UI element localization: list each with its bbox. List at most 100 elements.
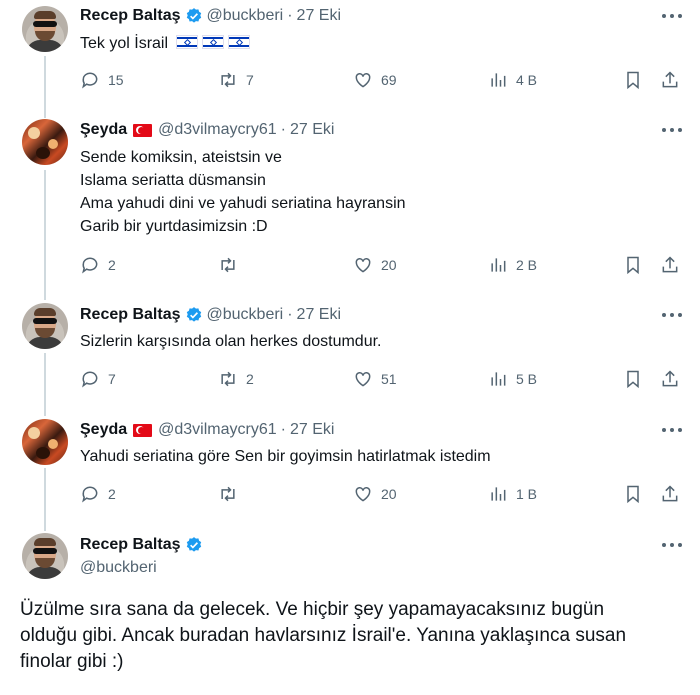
share-icon <box>662 256 678 273</box>
handle-row: @buckberi <box>80 559 157 577</box>
display-name[interactable]: Şeyda <box>80 121 127 139</box>
tweet-text: Sende komiksin, ateistsin ve Islama seri… <box>80 146 406 238</box>
reply-count: 15 <box>108 72 124 88</box>
handle[interactable]: @d3vilmaycry61 <box>158 421 277 439</box>
like-count: 20 <box>381 486 397 502</box>
avatar[interactable] <box>22 6 68 52</box>
tweet-text: Tek yol İsrail <box>80 32 251 55</box>
views-count: 5 B <box>516 371 538 387</box>
bookmark-icon <box>627 485 639 504</box>
thread-line <box>44 353 46 416</box>
tweet-header: Şeyda @d3vilmaycry61 · 27 Eki <box>80 121 334 139</box>
views-button[interactable]: 5 B <box>488 369 537 389</box>
thread-line <box>44 170 46 300</box>
bookmark-button[interactable] <box>623 255 643 275</box>
bookmark-icon <box>627 71 639 90</box>
bookmark-button[interactable] <box>623 70 643 90</box>
timestamp[interactable]: 27 Eki <box>297 306 341 324</box>
israel-flag-icon <box>202 35 225 49</box>
verified-badge-icon <box>186 307 201 322</box>
turkey-flag-icon <box>133 123 153 137</box>
reply-button[interactable]: 15 <box>80 70 124 90</box>
avatar[interactable] <box>22 419 68 465</box>
retweet-button[interactable] <box>218 255 246 275</box>
handle[interactable]: @buckberi <box>207 306 284 324</box>
more-options-icon[interactable] <box>662 428 682 434</box>
like-button[interactable]: 20 <box>353 255 397 275</box>
reply-icon <box>82 486 98 503</box>
share-button[interactable] <box>660 484 680 504</box>
avatar[interactable] <box>22 119 68 165</box>
retweet-count: 7 <box>246 72 254 88</box>
tweet-header: Recep Baltaş @buckberi · 27 Eki <box>80 306 341 324</box>
views-button[interactable]: 2 B <box>488 255 537 275</box>
display-name[interactable]: Recep Baltaş <box>80 306 181 324</box>
like-count: 69 <box>381 72 397 88</box>
like-button[interactable]: 51 <box>353 369 397 389</box>
tweet-header: Şeyda @d3vilmaycry61 · 27 Eki <box>80 421 334 439</box>
separator-dot: · <box>280 121 286 138</box>
handle[interactable]: @buckberi <box>80 559 157 577</box>
like-button[interactable]: 69 <box>353 70 397 90</box>
retweet-button[interactable] <box>218 484 246 504</box>
tweet-actions: 7 2 51 5 B <box>80 369 680 393</box>
reply-count: 7 <box>108 371 116 387</box>
timestamp[interactable]: 27 Eki <box>297 7 341 25</box>
share-button[interactable] <box>660 255 680 275</box>
like-count: 20 <box>381 257 397 273</box>
tweet-line: Tek yol İsrail <box>80 35 169 52</box>
israel-flag-icon <box>228 35 251 49</box>
separator-dot: · <box>280 421 286 438</box>
bookmark-icon <box>627 256 639 275</box>
avatar[interactable] <box>22 303 68 349</box>
display-name[interactable]: Recep Baltaş <box>80 7 181 25</box>
tweet-line: Islama seriatta düsmansin <box>80 172 266 189</box>
reply-button[interactable]: 2 <box>80 255 116 275</box>
like-button[interactable]: 20 <box>353 484 397 504</box>
views-count: 4 B <box>516 72 538 88</box>
retweet-button[interactable]: 2 <box>218 369 254 389</box>
more-options-icon[interactable] <box>662 543 682 549</box>
more-options-icon[interactable] <box>662 14 682 20</box>
separator-dot: · <box>287 7 293 24</box>
bookmark-button[interactable] <box>623 369 643 389</box>
display-name[interactable]: Recep Baltaş <box>80 536 181 554</box>
thread-line <box>44 56 46 118</box>
handle[interactable]: @d3vilmaycry61 <box>158 121 277 139</box>
tweet-text: Yahudi seriatina göre Sen bir goyimsin h… <box>80 445 491 468</box>
share-icon <box>662 485 678 502</box>
tweet-actions: 15 7 69 4 B <box>80 70 680 94</box>
timestamp[interactable]: 27 Eki <box>290 121 334 139</box>
handle[interactable]: @buckberi <box>207 7 284 25</box>
views-count: 1 B <box>516 486 538 502</box>
israel-flag-icon <box>176 35 199 49</box>
views-count: 2 B <box>516 257 538 273</box>
tweet-header: Recep Baltaş <box>80 536 207 554</box>
retweet-button[interactable]: 7 <box>218 70 254 90</box>
tweet-line: Ama yahudi dini ve yahudi seriatina hayr… <box>80 195 406 212</box>
views-button[interactable]: 1 B <box>488 484 537 504</box>
avatar[interactable] <box>22 533 68 579</box>
display-name[interactable]: Şeyda <box>80 421 127 439</box>
more-options-icon[interactable] <box>662 313 682 319</box>
tweet-actions: 2 20 2 B <box>80 255 680 279</box>
main-tweet-text: Üzülme sıra sana da gelecek. Ve hiçbir ş… <box>20 597 626 675</box>
timestamp[interactable]: 27 Eki <box>290 421 334 439</box>
reply-button[interactable]: 2 <box>80 484 116 504</box>
separator-dot: · <box>287 306 293 323</box>
reply-button[interactable]: 7 <box>80 369 116 389</box>
share-button[interactable] <box>660 70 680 90</box>
turkey-flag-icon <box>133 423 153 437</box>
retweet-icon <box>221 72 235 88</box>
share-button[interactable] <box>660 369 680 389</box>
views-icon <box>491 258 506 272</box>
share-icon <box>662 71 678 88</box>
views-button[interactable]: 4 B <box>488 70 537 90</box>
thread-line <box>44 468 46 531</box>
retweet-icon <box>221 371 235 387</box>
tweet-line: Üzülme sıra sana da gelecek. Ve hiçbir ş… <box>20 599 605 620</box>
tweet-line: Sizlerin karşısında olan herkes dostumdu… <box>80 333 382 350</box>
retweet-icon <box>221 257 235 273</box>
bookmark-button[interactable] <box>623 484 643 504</box>
more-options-icon[interactable] <box>662 128 682 134</box>
